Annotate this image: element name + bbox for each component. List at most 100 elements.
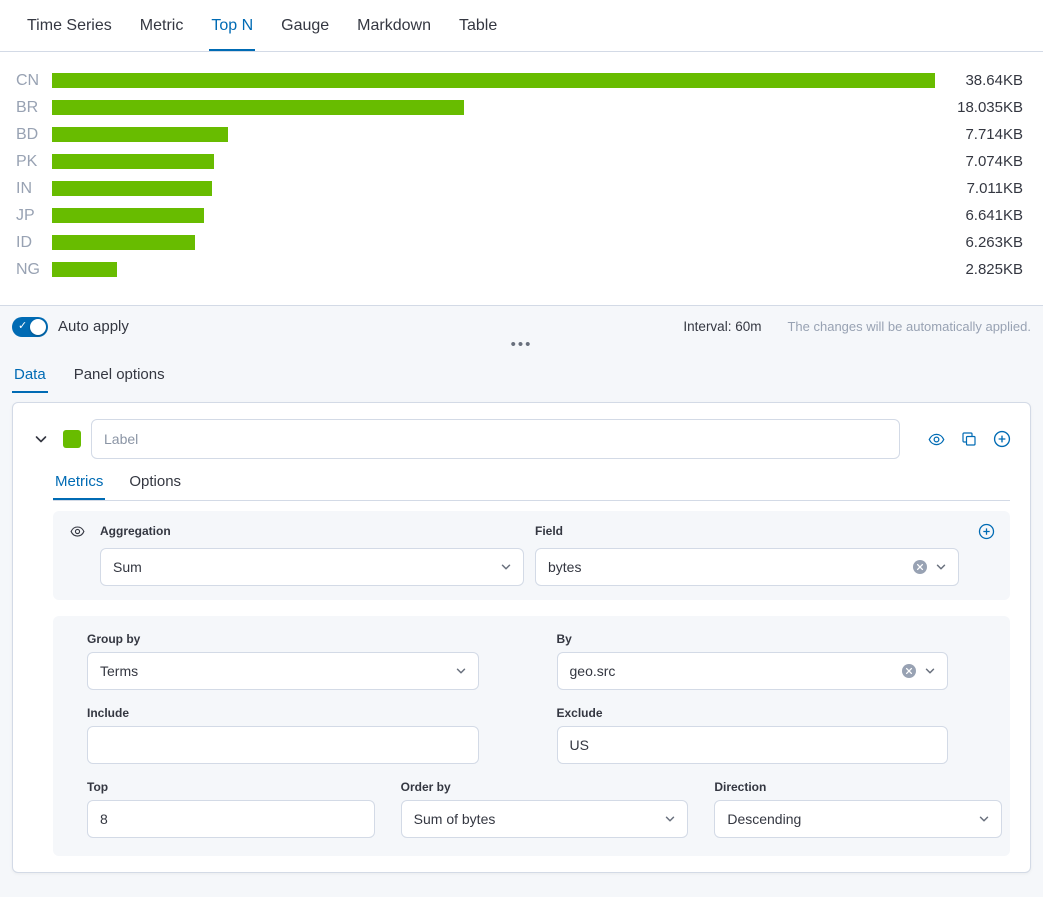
bar-track: [52, 235, 935, 250]
auto-apply-hint: The changes will be automatically applie…: [787, 319, 1031, 334]
group-by-label: Group by: [87, 632, 479, 646]
tab-panel-options[interactable]: Panel options: [72, 358, 167, 393]
bar: [52, 154, 214, 169]
chevron-down-icon: [977, 812, 991, 826]
order-by-label: Order by: [401, 780, 689, 794]
bar-category-label: IN: [16, 180, 50, 198]
bar-track: [52, 181, 935, 196]
bar: [52, 100, 464, 115]
toggle-thumb: [30, 319, 46, 335]
top-input[interactable]: [87, 800, 375, 838]
bar-value-label: 6.641KB: [935, 207, 1023, 224]
bar-category-label: BD: [16, 126, 50, 144]
chevron-down-icon: [663, 812, 677, 826]
tab-data[interactable]: Data: [12, 358, 48, 393]
bar-value-label: 6.263KB: [935, 234, 1023, 251]
series-tabs: Metrics Options: [53, 473, 1010, 501]
direction-select[interactable]: Descending: [714, 800, 1002, 838]
bar-category-label: ID: [16, 234, 50, 252]
topn-chart: CN38.64KB BR 18.035KB BD7.714KB PK 7.074KB IN 7…: [0, 52, 1043, 305]
chevron-down-icon: [499, 560, 513, 574]
bar-category-label: PK: [16, 153, 50, 171]
bar-category-label: CN: [16, 72, 50, 90]
editor-tabs: Data Panel options: [0, 358, 1043, 393]
aggregation-label: Aggregation: [100, 524, 524, 538]
tab-markdown[interactable]: Markdown: [355, 0, 433, 51]
resize-handle[interactable]: •••: [0, 338, 1043, 356]
bar-track: [52, 127, 935, 142]
bar-value-label: 7.074KB: [935, 153, 1023, 170]
top-label: Top: [87, 780, 375, 794]
chevron-down-icon: [454, 664, 468, 678]
auto-apply-toggle[interactable]: ✓: [12, 317, 48, 337]
chart-row: NG2.825KB: [16, 256, 1023, 283]
group-by-select[interactable]: Terms: [87, 652, 479, 690]
clear-icon[interactable]: [901, 663, 917, 679]
add-metric-plus-circle-icon[interactable]: [976, 521, 996, 541]
bar: [52, 73, 935, 88]
bar: [52, 262, 117, 277]
collapse-chevron-icon[interactable]: [29, 427, 53, 451]
group-by-field: Group by Terms: [87, 632, 479, 690]
field-select[interactable]: bytes: [535, 548, 959, 586]
series-color-swatch[interactable]: [63, 430, 81, 448]
series-visibility-eye-icon[interactable]: [67, 521, 87, 541]
eye-icon[interactable]: [924, 427, 948, 451]
group-by-block: Group by Terms By geo.src: [53, 616, 1010, 856]
series-header: [29, 419, 1014, 459]
bar-track: [52, 73, 935, 88]
bar-track: [52, 208, 935, 223]
order-by-select[interactable]: Sum of bytes: [401, 800, 689, 838]
interval-label: Interval: 60m: [683, 319, 761, 334]
tab-metrics[interactable]: Metrics: [53, 473, 105, 500]
exclude-field: Exclude: [557, 706, 949, 764]
chart-row: JP 6.641KB: [16, 202, 1023, 229]
bar-category-label: JP: [16, 207, 50, 225]
bar-track: [52, 154, 935, 169]
group-by-select-value: Terms: [100, 663, 448, 679]
tab-options[interactable]: Options: [127, 473, 183, 500]
check-icon: ✓: [18, 321, 27, 332]
aggregation-select[interactable]: Sum: [100, 548, 524, 586]
by-select[interactable]: geo.src: [557, 652, 949, 690]
chart-row: ID 6.263KB: [16, 229, 1023, 256]
direction-label: Direction: [714, 780, 1002, 794]
by-select-value: geo.src: [570, 663, 896, 679]
chart-row: PK 7.074KB: [16, 148, 1023, 175]
tab-metric[interactable]: Metric: [138, 0, 186, 51]
chart-row: BR 18.035KB: [16, 94, 1023, 121]
chevron-down-icon: [934, 560, 948, 574]
clear-icon[interactable]: [912, 559, 928, 575]
chart-row: IN 7.011KB: [16, 175, 1023, 202]
series-label-input[interactable]: [91, 419, 900, 459]
chevron-down-icon: [923, 664, 937, 678]
bar-value-label: 18.035KB: [935, 99, 1023, 116]
copy-icon[interactable]: [957, 427, 981, 451]
aggregation-block: Aggregation Field Sum bytes: [53, 511, 1010, 600]
bar: [52, 181, 212, 196]
order-by-select-value: Sum of bytes: [414, 811, 658, 827]
tab-time-series[interactable]: Time Series: [25, 0, 114, 51]
add-series-plus-circle-icon[interactable]: [990, 427, 1014, 451]
bar-value-label: 7.011KB: [935, 180, 1023, 197]
bar-value-label: 2.825KB: [935, 261, 1023, 278]
exclude-label: Exclude: [557, 706, 949, 720]
by-label: By: [557, 632, 949, 646]
tab-top-n[interactable]: Top N: [209, 0, 255, 51]
tab-gauge[interactable]: Gauge: [279, 0, 331, 51]
include-field: Include: [87, 706, 479, 764]
auto-apply-label: Auto apply: [58, 318, 129, 335]
chart-row: CN38.64KB: [16, 67, 1023, 94]
chart-row: BD7.714KB: [16, 121, 1023, 148]
include-input[interactable]: [87, 726, 479, 764]
bar: [52, 127, 228, 142]
exclude-input[interactable]: [557, 726, 949, 764]
top-field: Top: [87, 780, 375, 838]
tab-table[interactable]: Table: [457, 0, 499, 51]
bar-category-label: BR: [16, 99, 50, 117]
editor-panel: ✓ Auto apply Interval: 60m The changes w…: [0, 305, 1043, 897]
top-tabs: Time Series Metric Top N Gauge Markdown Table: [0, 0, 1043, 52]
field-select-value: bytes: [548, 559, 906, 575]
bar: [52, 208, 204, 223]
series-body: Aggregation Field Sum bytes: [53, 511, 1010, 856]
